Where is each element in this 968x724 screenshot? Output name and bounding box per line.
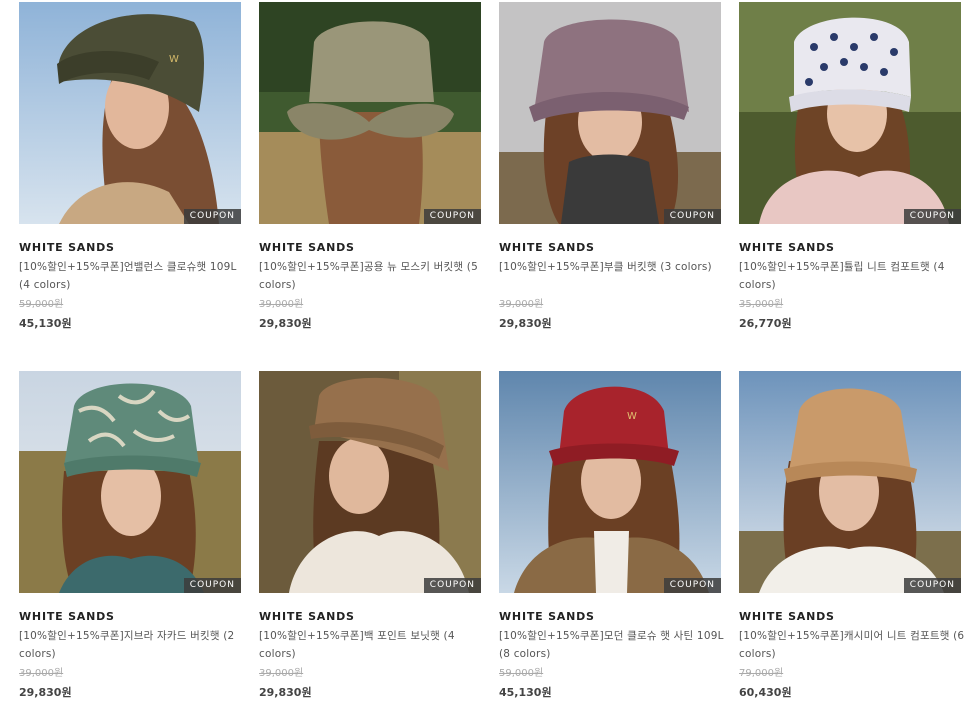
product-name[interactable]: [10%할인+15%쿠폰]캐시미어 니트 컴포트햇 (6 colors): [739, 627, 968, 663]
coupon-badge: COUPON: [663, 209, 721, 224]
product-image[interactable]: COUPON: [739, 2, 961, 224]
product-image[interactable]: COUPON: [499, 2, 721, 224]
product-image[interactable]: W COUPON: [499, 371, 721, 593]
product-image[interactable]: COUPON: [259, 371, 481, 593]
brand-name[interactable]: WHITE SANDS: [259, 241, 481, 255]
product-image[interactable]: W COUPON: [19, 2, 241, 224]
product-name[interactable]: [10%할인+15%쿠폰]부클 버킷햇 (3 colors): [499, 258, 731, 294]
product-photo: [259, 371, 481, 593]
coupon-badge: COUPON: [183, 578, 241, 593]
product-card[interactable]: COUPON WHITE SANDS [10%할인+15%쿠폰]부클 버킷햇 (…: [499, 2, 721, 331]
coupon-badge: COUPON: [663, 578, 721, 593]
sale-price: 29,830원: [499, 317, 552, 330]
brand-name[interactable]: WHITE SANDS: [19, 610, 241, 624]
product-card[interactable]: COUPON WHITE SANDS [10%할인+15%쿠폰]백 포인트 보닛…: [259, 371, 481, 700]
brand-name[interactable]: WHITE SANDS: [19, 241, 241, 255]
coupon-badge: COUPON: [903, 209, 961, 224]
product-photo: [499, 2, 721, 224]
coupon-badge: COUPON: [423, 209, 481, 224]
product-card[interactable]: COUPON WHITE SANDS [10%할인+15%쿠폰]지브라 자카드 …: [19, 371, 241, 700]
product-photo: [739, 2, 961, 224]
svg-text:W: W: [169, 54, 179, 65]
product-name[interactable]: [10%할인+15%쿠폰]공용 뉴 모스키 버킷햇 (5 colors): [259, 258, 491, 294]
coupon-badge: COUPON: [903, 578, 961, 593]
product-photo: W: [499, 371, 721, 593]
product-name[interactable]: [10%할인+15%쿠폰]지브라 자카드 버킷햇 (2 colors): [19, 627, 251, 663]
product-card[interactable]: COUPON WHITE SANDS [10%할인+15%쿠폰]공용 뉴 모스키…: [259, 2, 481, 331]
original-price: 59,000원: [19, 299, 64, 310]
product-image[interactable]: COUPON: [19, 371, 241, 593]
product-image[interactable]: COUPON: [739, 371, 961, 593]
brand-name[interactable]: WHITE SANDS: [739, 241, 961, 255]
original-price: 35,000원: [739, 299, 784, 310]
sale-price: 45,130원: [19, 317, 72, 330]
svg-text:W: W: [627, 411, 637, 422]
original-price: 39,000원: [19, 668, 64, 679]
product-photo: [739, 371, 961, 593]
product-photo: [259, 2, 481, 224]
brand-name[interactable]: WHITE SANDS: [739, 610, 961, 624]
product-name[interactable]: [10%할인+15%쿠폰]모던 클로슈 햇 사틴 109L (8 colors): [499, 627, 731, 663]
original-price: 59,000원: [499, 668, 544, 679]
sale-price: 26,770원: [739, 317, 792, 330]
brand-name[interactable]: WHITE SANDS: [259, 610, 481, 624]
product-name[interactable]: [10%할인+15%쿠폰]튤립 니트 컴포트햇 (4 colors): [739, 258, 968, 294]
product-card[interactable]: COUPON WHITE SANDS [10%할인+15%쿠폰]튤립 니트 컴포…: [739, 2, 961, 331]
original-price: 79,000원: [739, 668, 784, 679]
sale-price: 45,130원: [499, 686, 552, 699]
product-image[interactable]: COUPON: [259, 2, 481, 224]
product-name[interactable]: [10%할인+15%쿠폰]백 포인트 보닛햇 (4 colors): [259, 627, 491, 663]
product-name[interactable]: [10%할인+15%쿠폰]언밸런스 클로슈햇 109L (4 colors): [19, 258, 251, 294]
brand-name[interactable]: WHITE SANDS: [499, 241, 721, 255]
original-price: 39,000원: [499, 299, 544, 310]
sale-price: 60,430원: [739, 686, 792, 699]
product-card[interactable]: W COUPON WHITE SANDS [10%할인+15%쿠폰]언밸런스 클…: [19, 2, 241, 331]
sale-price: 29,830원: [259, 686, 312, 699]
coupon-badge: COUPON: [423, 578, 481, 593]
product-grid: W COUPON WHITE SANDS [10%할인+15%쿠폰]언밸런스 클…: [0, 0, 968, 724]
coupon-badge: COUPON: [183, 209, 241, 224]
product-card[interactable]: COUPON WHITE SANDS [10%할인+15%쿠폰]캐시미어 니트 …: [739, 371, 964, 700]
original-price: 39,000원: [259, 299, 304, 310]
original-price: 39,000원: [259, 668, 304, 679]
product-photo: [19, 371, 241, 593]
sale-price: 29,830원: [19, 686, 72, 699]
brand-name[interactable]: WHITE SANDS: [499, 610, 721, 624]
product-photo: W: [19, 2, 241, 224]
product-card[interactable]: W COUPON WHITE SANDS [10%할인+15%쿠폰]모던 클로슈…: [499, 371, 723, 700]
sale-price: 29,830원: [259, 317, 312, 330]
